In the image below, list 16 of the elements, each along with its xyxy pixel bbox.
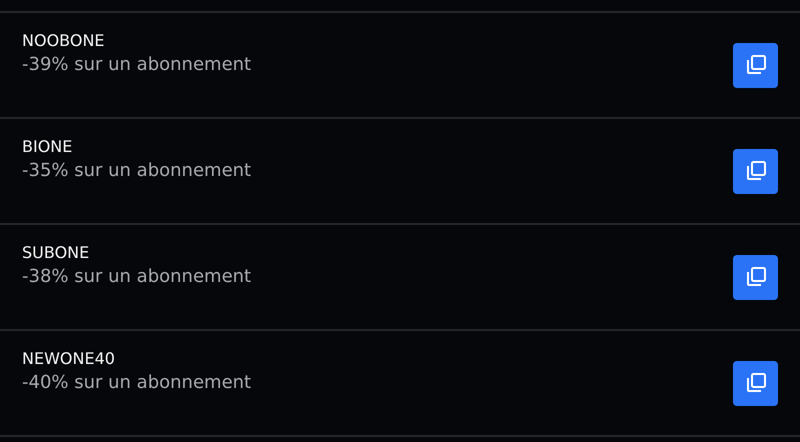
coupon-code: SUBONE [22,242,90,264]
copy-icon [744,54,766,76]
copy-button[interactable] [733,148,778,194]
copy-icon [744,266,766,288]
copy-button[interactable] [733,254,778,300]
coupon-description: -40% sur un abonnement [22,371,252,395]
coupon-code: BIONE [22,136,74,158]
coupon-code: NEWONE40 [22,348,116,370]
copy-icon [744,372,766,394]
coupon-description: -35% sur un abonnement [22,159,252,183]
coupon-description: -39% sur un abonnement [22,53,252,77]
copy-icon [744,160,766,182]
copy-button[interactable] [733,360,778,406]
coupon-code: NOOBONE [22,30,106,52]
coupon-description: -38% sur un abonnement [22,265,252,289]
copy-button[interactable] [733,42,778,88]
